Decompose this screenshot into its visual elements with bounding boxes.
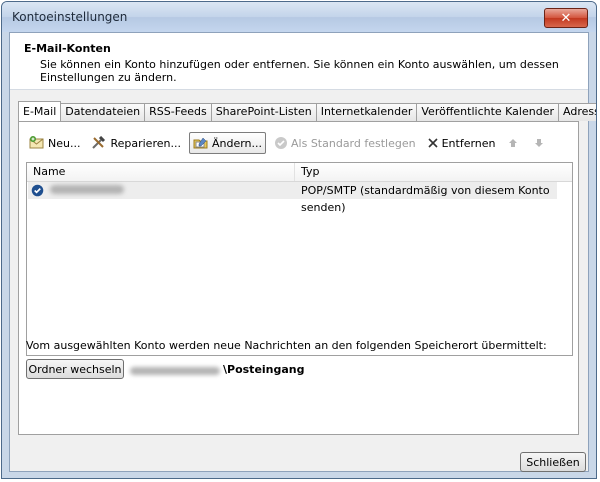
new-account-label: Neu...	[48, 136, 81, 150]
remove-button[interactable]: Entfernen	[424, 133, 499, 153]
move-down-button[interactable]	[530, 133, 551, 153]
change-button[interactable]: Ändern...	[188, 132, 267, 154]
arrow-up-icon	[508, 139, 517, 147]
window-title: Kontoeinstellungen	[12, 10, 128, 24]
x-icon	[428, 138, 438, 148]
title-bar[interactable]: Kontoeinstellungen ✕	[2, 2, 596, 32]
tools-icon	[92, 136, 106, 149]
tab-email[interactable]: E-Mail	[18, 101, 62, 121]
change-label: Ändern...	[211, 136, 263, 150]
redacted-account-name	[50, 185, 124, 194]
delivery-folder: \Posteingang	[223, 363, 305, 376]
header-description: Sie können ein Konto hinzufügen oder ent…	[40, 58, 559, 84]
folder-edit-icon	[193, 137, 208, 149]
header-title: E-Mail-Konten	[24, 42, 111, 55]
close-button[interactable]: Schließen	[520, 452, 586, 472]
column-header-name[interactable]: Name	[27, 163, 295, 181]
tab-internet-calendars[interactable]: Internetkalender	[315, 103, 418, 121]
tab-published-calendars[interactable]: Veröffentlichte Kalender	[416, 103, 559, 121]
account-row[interactable]: POP/SMTP (standardmäßig von diesem Konto…	[28, 182, 558, 214]
account-settings-window: Kontoeinstellungen ✕ E-Mail-Konten Sie k…	[1, 1, 597, 479]
set-default-button[interactable]: Als Standard festlegen	[271, 133, 419, 153]
move-up-button[interactable]	[504, 133, 525, 153]
set-default-label: Als Standard festlegen	[291, 136, 416, 150]
dialog-header: E-Mail-Konten Sie können ein Konto hinzu…	[10, 33, 588, 90]
remove-label: Entfernen	[441, 136, 496, 150]
close-window-button[interactable]: ✕	[544, 8, 588, 28]
column-header-type[interactable]: Typ	[295, 163, 571, 181]
email-tab-panel: Neu... Reparieren... Ändern... Als Stand…	[18, 121, 579, 435]
list-header: Name Typ	[27, 163, 572, 182]
account-list[interactable]: Name Typ POP/SMTP (standardmäßig von die…	[26, 162, 573, 356]
repair-button[interactable]: Reparieren...	[88, 133, 184, 153]
delivery-info-text: Vom ausgewählten Konto werden neue Nachr…	[26, 339, 547, 352]
tab-address-books[interactable]: Adressbücher	[558, 103, 596, 121]
tab-rss-feeds[interactable]: RSS-Feeds	[144, 103, 212, 121]
close-icon: ✕	[560, 10, 572, 26]
tab-sharepoint-lists[interactable]: SharePoint-Listen	[210, 103, 317, 121]
repair-label: Reparieren...	[110, 136, 181, 150]
check-circle-icon	[31, 184, 44, 197]
list-scroll-area	[557, 182, 572, 355]
redacted-delivery-account	[130, 367, 220, 375]
toolbar: Neu... Reparieren... Ändern... Als Stand…	[26, 132, 556, 154]
arrow-down-icon	[534, 139, 543, 147]
tab-data-files[interactable]: Datendateien	[60, 103, 146, 121]
account-type: POP/SMTP (standardmäßig von diesem Konto…	[301, 184, 550, 214]
dialog-client-area: E-Mail-Konten Sie können ein Konto hinzu…	[9, 32, 596, 472]
envelope-icon	[29, 136, 44, 149]
change-folder-button[interactable]: Ordner wechseln	[26, 359, 124, 379]
tab-strip: E-Mail Datendateien RSS-Feeds SharePoint…	[18, 101, 596, 121]
check-circle-icon	[275, 137, 288, 149]
new-account-button[interactable]: Neu...	[26, 133, 83, 153]
